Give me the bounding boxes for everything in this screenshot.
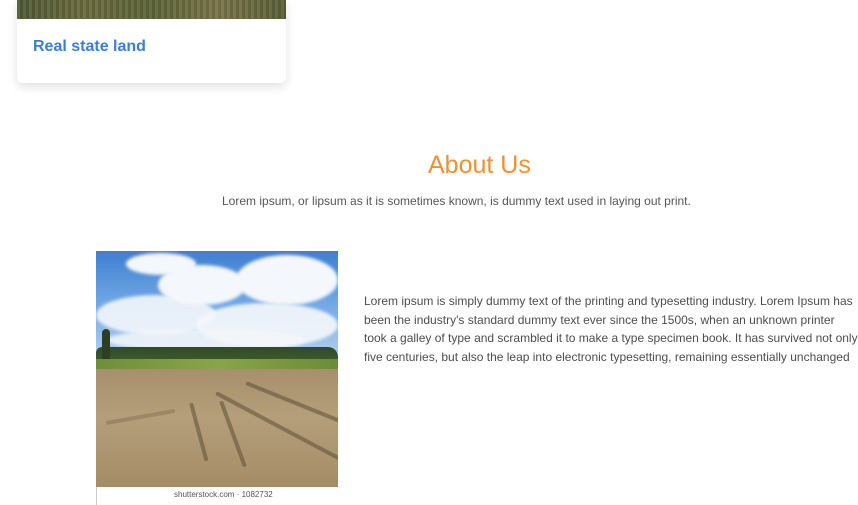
about-title: About Us	[428, 151, 531, 179]
photo-caption: shutterstock.com · 1082732	[174, 490, 273, 499]
about-body-text: Lorem ipsum is simply dummy text of the …	[364, 294, 858, 364]
property-card-title[interactable]: Real state land	[33, 38, 146, 56]
photo-soil	[96, 369, 338, 487]
photo-tree	[102, 329, 110, 359]
about-heading-container: About Us	[0, 151, 858, 185]
property-card[interactable]: Real state land	[17, 0, 286, 83]
photo-caption-bar: shutterstock.com · 1082732	[96, 487, 339, 505]
property-card-image[interactable]	[17, 0, 286, 19]
land-photo	[96, 251, 338, 487]
about-subtitle: Lorem ipsum, or lipsum as it is sometime…	[222, 194, 691, 208]
photo-cloud	[236, 255, 338, 305]
